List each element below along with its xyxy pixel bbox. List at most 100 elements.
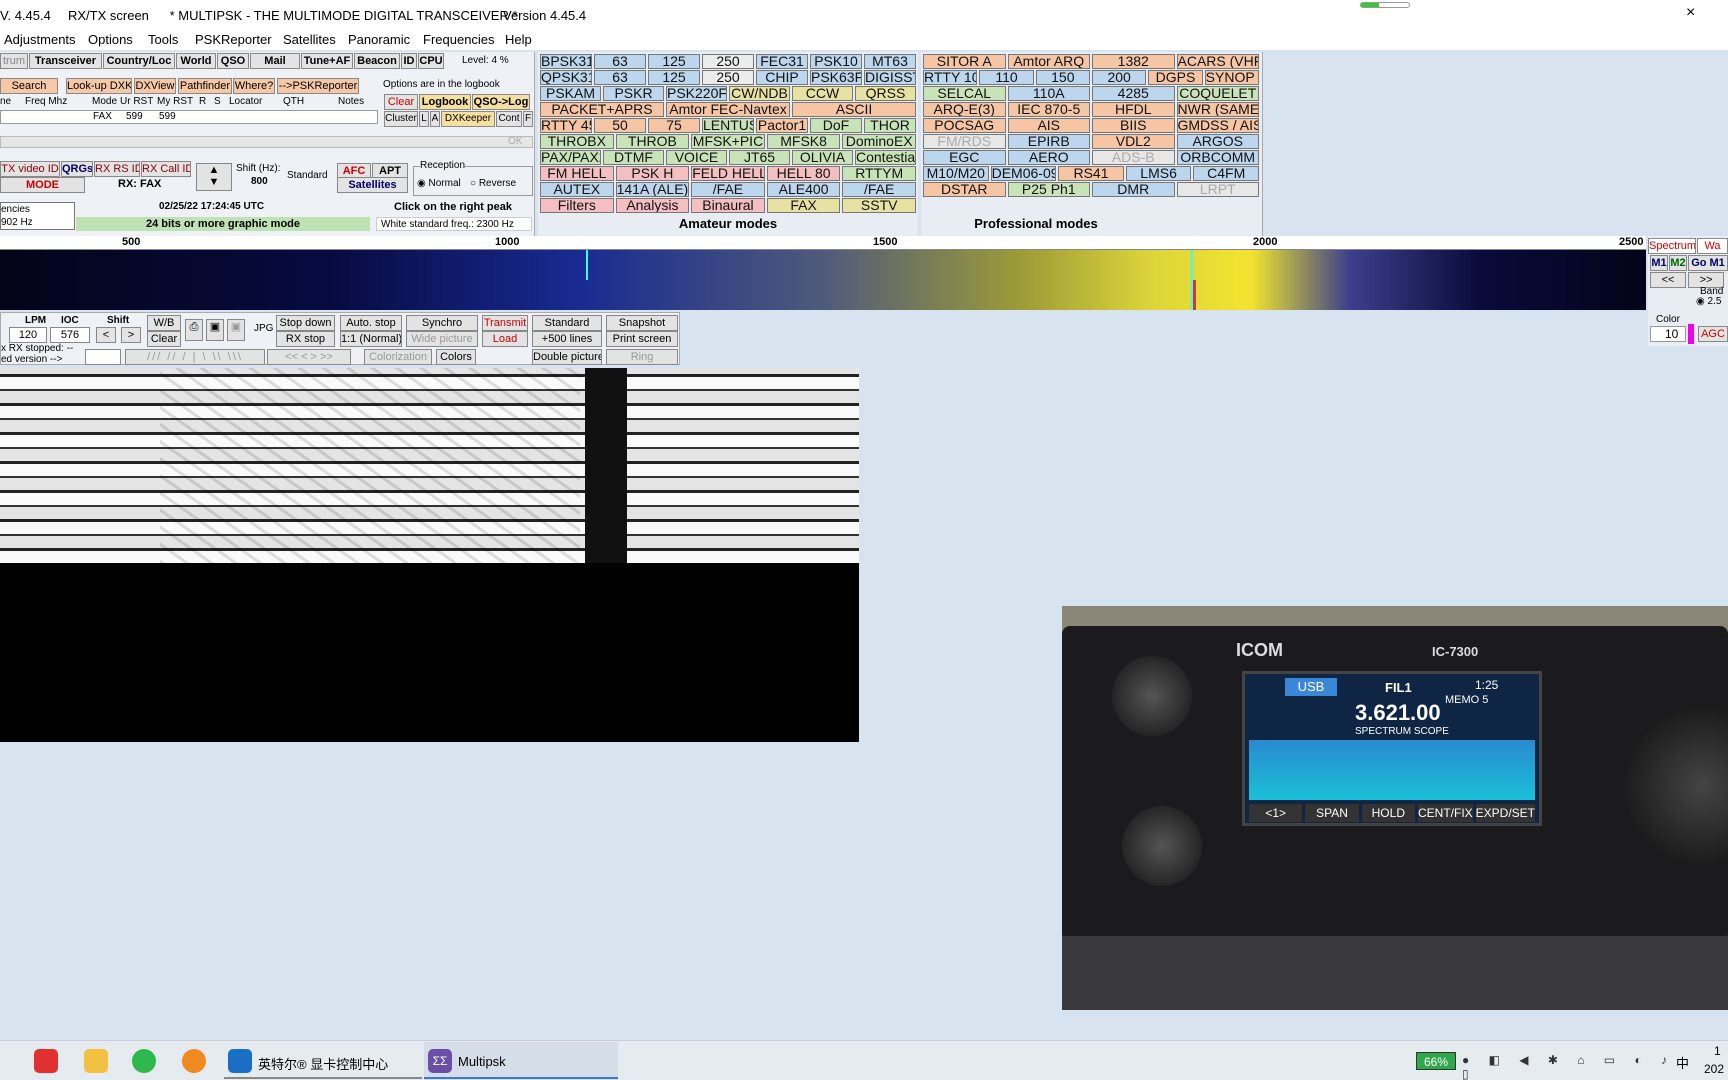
mode-button-63[interactable]: 63	[594, 70, 646, 85]
rx-rs-id-button[interactable]: RX RS ID	[94, 161, 140, 177]
mode-button-lrpt[interactable]: LRPT	[1176, 182, 1259, 197]
mode-button-fec31[interactable]: FEC31	[756, 54, 808, 69]
mode-button-hfdl[interactable]: HFDL	[1092, 102, 1175, 117]
reverse-radio[interactable]: ○ Reverse	[470, 178, 516, 189]
mode-button-rtty-45[interactable]: RTTY 45	[540, 118, 592, 133]
standard-fax-button[interactable]: Standard	[532, 315, 602, 331]
nav-buttons[interactable]: << < > >>	[267, 349, 351, 365]
menu-help[interactable]: Help	[505, 32, 532, 47]
mode-button-200[interactable]: 200	[1092, 70, 1147, 85]
band-radio[interactable]: ◉ 2.5	[1696, 296, 1721, 307]
mode-button-rtty-100[interactable]: RTTY 100	[923, 70, 978, 85]
mode-button-1382[interactable]: 1382	[1092, 54, 1175, 69]
tab-id[interactable]: ID	[401, 53, 417, 69]
clock-date[interactable]: 202	[1704, 1062, 1724, 1076]
mode-button-dgps[interactable]: DGPS	[1148, 70, 1203, 85]
lookup-dxk-button[interactable]: Look-up DXK	[66, 78, 132, 94]
m2-button[interactable]: M2	[1669, 255, 1687, 271]
slant-buttons[interactable]: /// // / | \ \\ \\\	[125, 349, 265, 365]
mode-button[interactable]: MODE	[0, 177, 85, 193]
rx-call-id-button[interactable]: RX Call ID	[141, 161, 191, 177]
mode-button-c4fm[interactable]: C4FM	[1193, 166, 1259, 181]
mode-button-throb[interactable]: THROB	[615, 134, 690, 149]
mode-button-selcal[interactable]: SELCAL	[923, 86, 1006, 101]
log-clear-button[interactable]: Clear	[384, 94, 418, 110]
print-screen-button[interactable]: Print screen	[606, 331, 678, 347]
mode-button-mfsk8[interactable]: MFSK8	[766, 134, 841, 149]
mode-button-autex[interactable]: AUTEX	[540, 182, 614, 197]
menu-satellites[interactable]: Satellites	[283, 32, 336, 47]
taskbar-intel-app[interactable]: 英特尔® 显卡控制中心	[224, 1042, 422, 1080]
mode-button-fm-hell[interactable]: FM HELL	[540, 166, 614, 181]
colorization-button[interactable]: Colorization	[364, 349, 432, 365]
battery-indicator[interactable]: 66%	[1416, 1052, 1456, 1070]
lpm-stepper[interactable]: 120	[9, 327, 47, 343]
mode-button-epirb[interactable]: EPIRB	[1007, 134, 1090, 149]
soft-key-span[interactable]: SPAN	[1305, 804, 1359, 822]
mode-button-250[interactable]: 250	[702, 54, 754, 69]
plus-500-lines-button[interactable]: +500 lines	[532, 331, 602, 347]
soft-key-cent[interactable]: CENT/FIX	[1417, 804, 1473, 822]
menu-pskreporter[interactable]: PSKReporter	[195, 32, 272, 47]
mode-button-75[interactable]: 75	[648, 118, 700, 133]
dxkeeper-button[interactable]: DXKeeper	[441, 111, 495, 127]
mode-button-4285[interactable]: 4285	[1092, 86, 1175, 101]
mode-button-fax[interactable]: FAX	[766, 198, 841, 213]
mode-button-amtor-fec-navtex[interactable]: Amtor FEC-Navtex	[666, 102, 790, 117]
mode-button-argos[interactable]: ARGOS	[1176, 134, 1259, 149]
mode-button-ascii[interactable]: ASCII	[792, 102, 916, 117]
f-button[interactable]: F	[523, 111, 533, 127]
rx-stop-button[interactable]: RX stop	[276, 331, 335, 347]
wide-picture-button[interactable]: Wide picture	[406, 331, 478, 347]
mode-button-125[interactable]: 125	[648, 54, 700, 69]
mode-button-p25-ph1[interactable]: P25 Ph1	[1007, 182, 1090, 197]
mode-button-rs41[interactable]: RS41	[1058, 166, 1124, 181]
menu-tools[interactable]: Tools	[148, 32, 178, 47]
ime-indicator[interactable]: 中	[1676, 1053, 1689, 1072]
mode-button-rttym[interactable]: RTTYM	[842, 166, 916, 181]
mode-button-sitor-a[interactable]: SITOR A	[923, 54, 1006, 69]
clock-time[interactable]: 1	[1714, 1044, 1721, 1058]
mode-button-pax-pax2[interactable]: PAX/PAX2	[540, 150, 601, 165]
mode-button-binaural[interactable]: Binaural	[691, 198, 765, 213]
mode-button-hell-80[interactable]: HELL 80	[766, 166, 841, 181]
mode-button-lms6[interactable]: LMS6	[1125, 166, 1192, 181]
menu-frequencies[interactable]: Frequencies	[423, 32, 495, 47]
mode-button-sstv[interactable]: SSTV	[842, 198, 916, 213]
mode-button-m10-m20[interactable]: M10/M20	[923, 166, 989, 181]
menu-adjustments[interactable]: Adjustments	[4, 32, 76, 47]
tab-cpu[interactable]: CPU	[418, 53, 444, 69]
mode-button-psk63f[interactable]: PSK63F	[810, 70, 862, 85]
mode-button-pskam[interactable]: PSKAM	[540, 86, 601, 101]
transmit-button[interactable]: Transmit	[482, 315, 528, 331]
go-m1-button[interactable]: Go M1	[1688, 255, 1728, 271]
mode-button-cw-ndb[interactable]: CW/NDB	[729, 86, 790, 101]
log-entry-row[interactable]: FAX 599 599	[0, 110, 378, 124]
mode-button-mt63[interactable]: MT63	[864, 54, 916, 69]
mode-button-thor[interactable]: THOR	[864, 118, 916, 133]
mode-button-ccw[interactable]: CCW	[792, 86, 853, 101]
mode-button-fm-rds[interactable]: FM/RDS	[923, 134, 1006, 149]
mode-button-contestia[interactable]: Contestia	[855, 150, 916, 165]
search-button[interactable]: Search	[0, 78, 58, 94]
taskbar-multipsk[interactable]: ΣΣ Multipsk	[424, 1042, 618, 1080]
satellites-button[interactable]: Satellites	[337, 177, 408, 193]
mode-button-mfsk-pic[interactable]: MFSK+PIC	[691, 134, 765, 149]
mode-button-arq-e-3[interactable]: ARQ-E(3)	[923, 102, 1006, 117]
wechat-icon[interactable]	[132, 1049, 156, 1073]
tab-transceiver[interactable]: Transceiver	[29, 53, 102, 69]
mode-button-gmdss-ais[interactable]: GMDSS / AIS	[1176, 118, 1259, 133]
app-red-icon[interactable]	[34, 1049, 58, 1073]
mode-button-digisstv[interactable]: DIGISSTV	[864, 70, 916, 85]
mode-button-psk-h[interactable]: PSK H	[615, 166, 690, 181]
pskreporter-button[interactable]: -->PSKReporter	[277, 78, 359, 94]
waterfall-display[interactable]	[0, 250, 1646, 310]
tab-beacon[interactable]: Beacon	[354, 53, 400, 69]
menu-options[interactable]: Options	[88, 32, 133, 47]
mode-button-qpsk31[interactable]: QPSK31	[540, 70, 592, 85]
mode-button-dstar[interactable]: DSTAR	[923, 182, 1006, 197]
mode-button-dmr[interactable]: DMR	[1092, 182, 1175, 197]
mode-button-qrss[interactable]: QRSS	[855, 86, 916, 101]
double-picture-button[interactable]: Double picture	[532, 349, 602, 365]
mode-button-chip[interactable]: CHIP	[756, 70, 808, 85]
